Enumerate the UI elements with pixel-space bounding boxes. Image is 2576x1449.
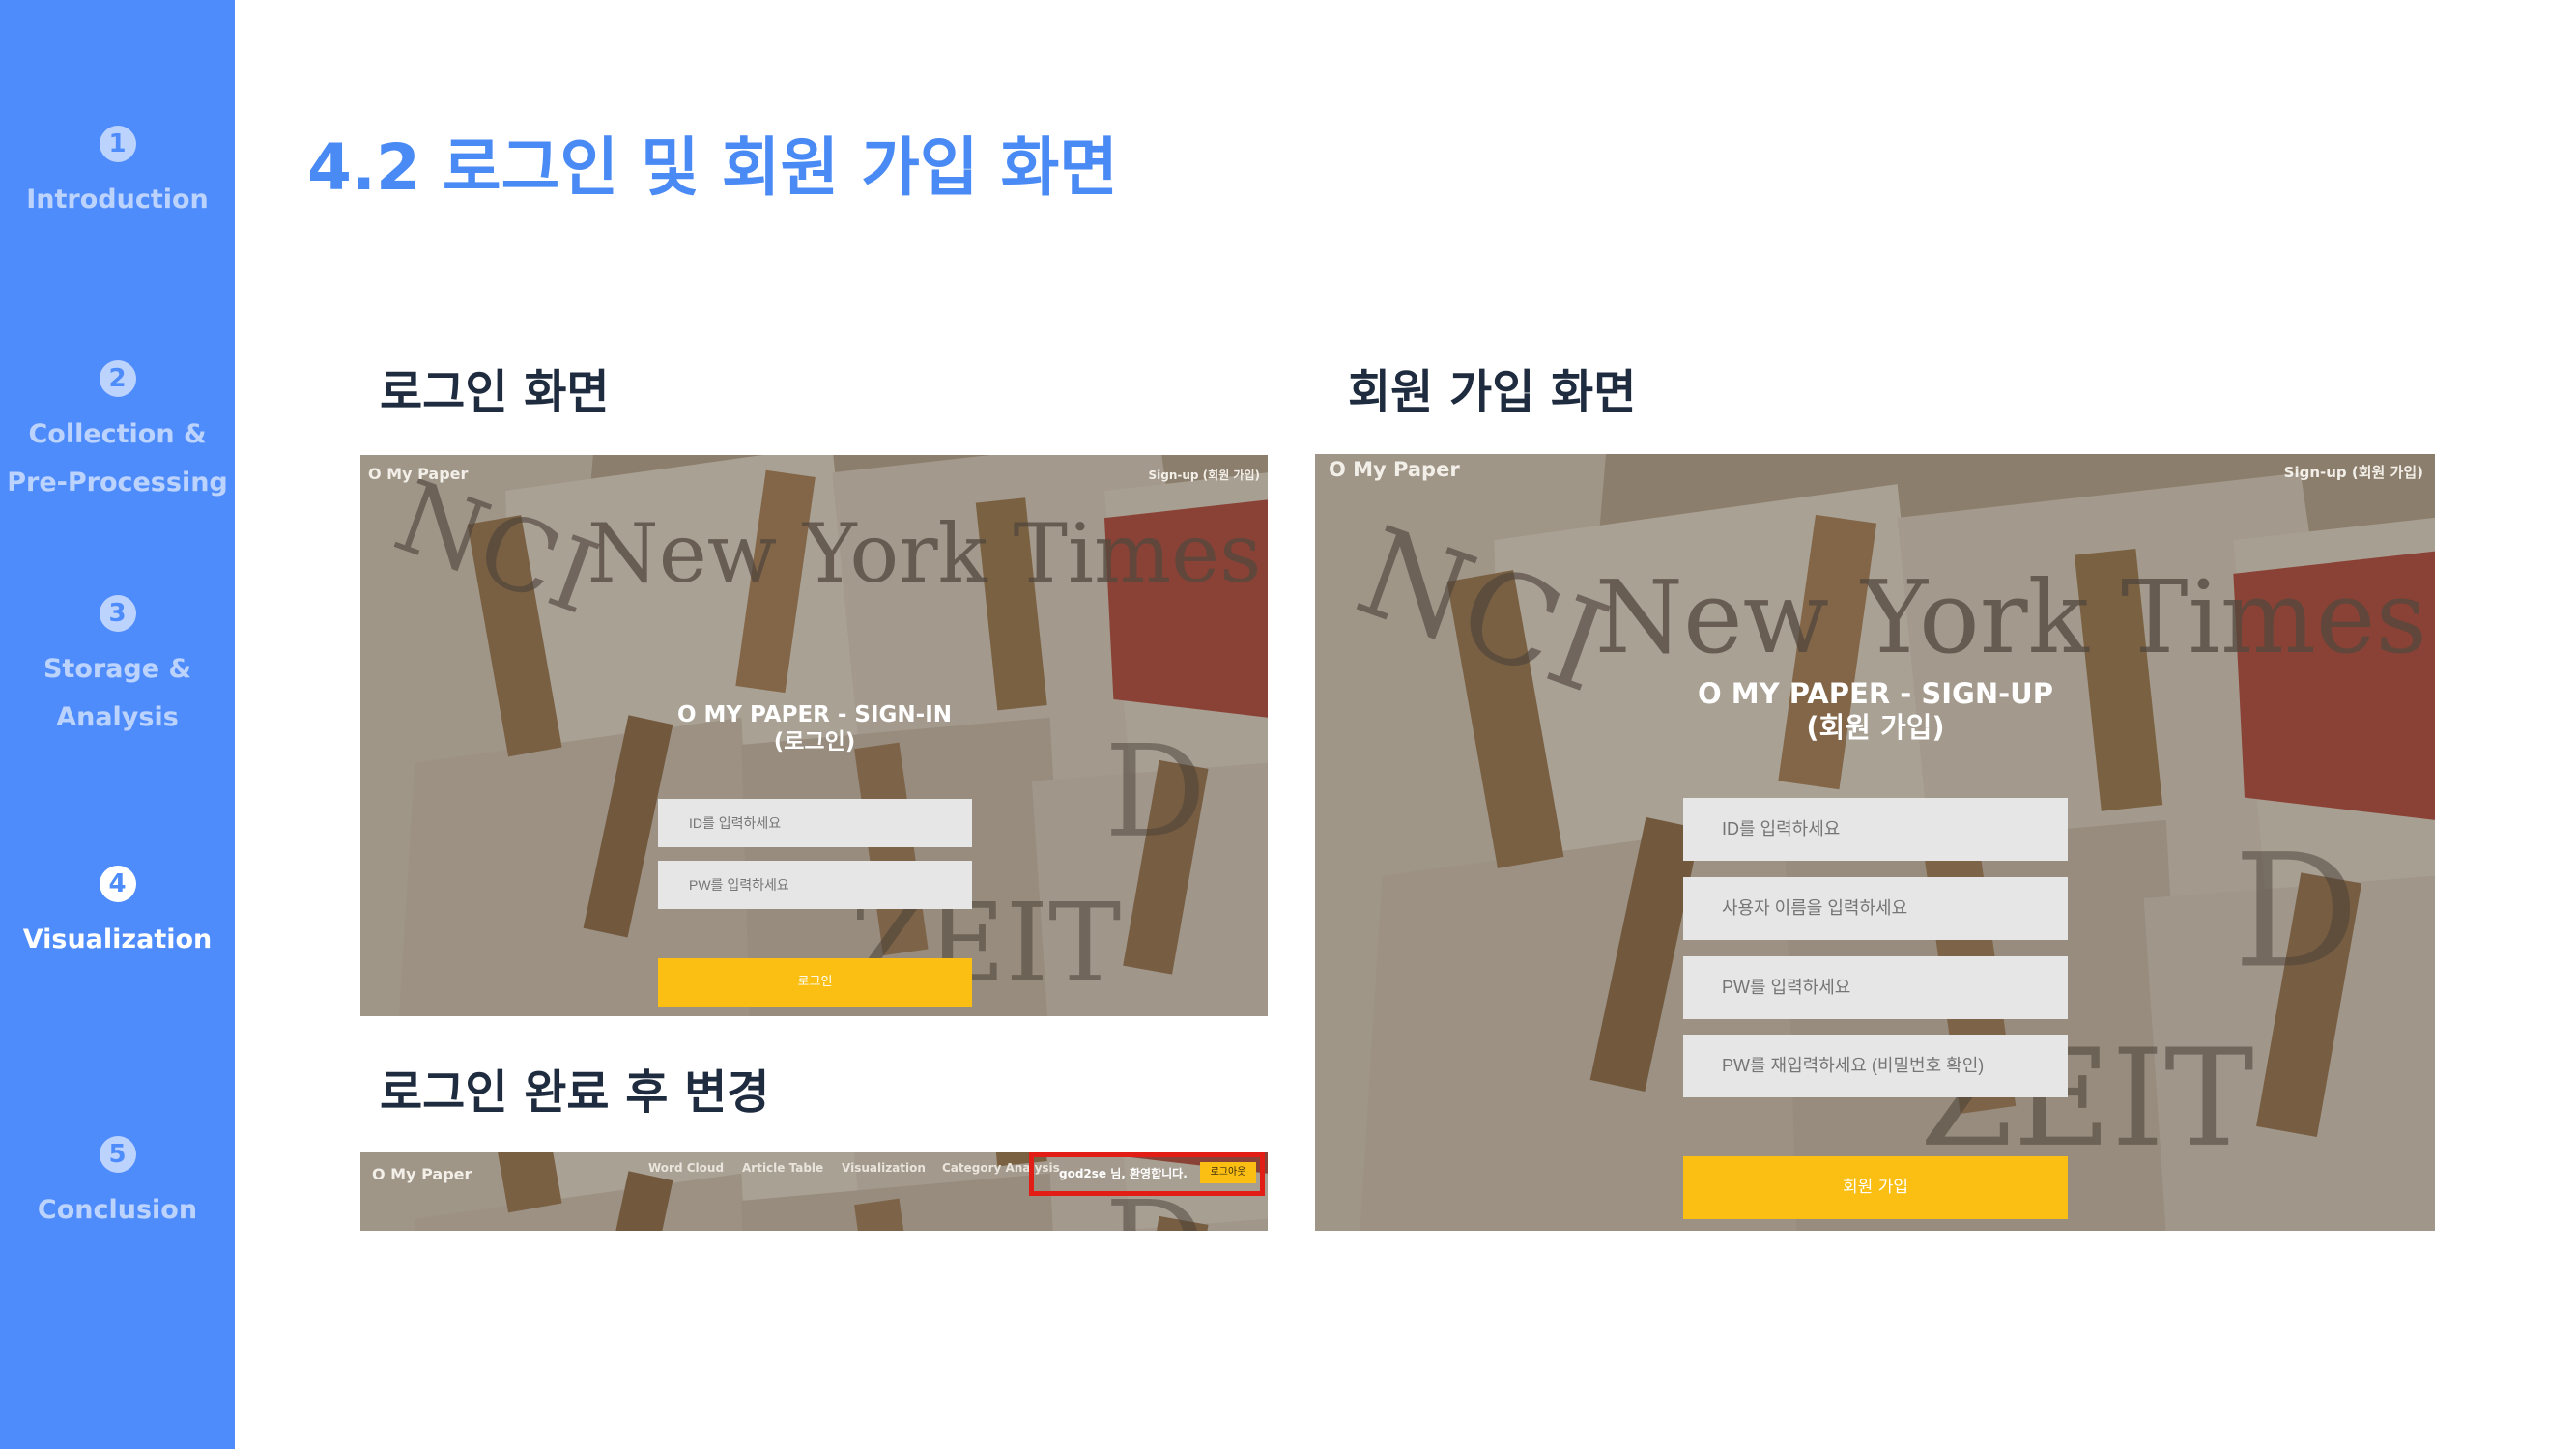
nav-item-label: Visualization [22,924,213,954]
nav-item-conclusion[interactable]: 5 Conclusion [0,1136,235,1235]
signin-form-title: O MY PAPER - SIGN-IN (로그인) [676,702,953,754]
signup-link[interactable]: Sign-up (회원 가입) [1149,467,1261,483]
after-login-screenshot: O My Paper Word Cloud Article Table Visu… [360,1152,1268,1231]
password-confirm-input[interactable] [1683,1035,2068,1097]
nav-link-article-table[interactable]: Article Table [742,1161,823,1175]
login-button[interactable]: 로그인 [658,958,972,1007]
nav-item-introduction[interactable]: 1 Introduction [0,126,235,224]
nav-item-storage-analysis[interactable]: 3 Storage & Analysis [0,595,235,742]
nav-item-collection-preprocessing[interactable]: 2 Collection & Pre-Processing [0,360,235,507]
welcome-message: god2se 님, 환영합니다. [1059,1167,1188,1180]
signup-link[interactable]: Sign-up (회원 가입) [2284,462,2423,482]
nav-item-visualization[interactable]: 4 Visualization [0,866,235,964]
signup-button[interactable]: 회원 가입 [1683,1156,2068,1219]
logout-button[interactable]: 로그아웃 [1200,1162,1256,1183]
login-screenshot: O My Paper Sign-up (회원 가입) O MY PAPER - … [360,455,1268,1016]
id-input[interactable] [658,799,972,847]
signup-screenshot: O My Paper Sign-up (회원 가입) O MY PAPER - … [1315,454,2435,1231]
number-5-icon: 5 [99,1136,136,1173]
brand-logo[interactable]: O My Paper [368,465,468,483]
username-input[interactable] [1683,877,2068,940]
nav-item-label: Collection & Pre-Processing [7,419,228,497]
password-input[interactable] [1683,956,2068,1019]
number-2-icon: 2 [99,360,136,397]
signup-form-title: O MY PAPER - SIGN-UP (회원 가입) [1698,677,2053,744]
nav-link-word-cloud[interactable]: Word Cloud [648,1161,724,1175]
nav-item-label: Introduction [26,185,209,214]
nav-item-label: Conclusion [37,1195,198,1225]
nav-link-visualization[interactable]: Visualization [842,1161,926,1175]
number-4-icon: 4 [99,866,136,902]
number-1-icon: 1 [99,126,136,162]
login-section-title: 로그인 화면 [380,365,610,419]
number-3-icon: 3 [99,595,136,632]
signup-section-title: 회원 가입 화면 [1348,365,1637,419]
slide-title: 4.2 로그인 및 회원 가입 화면 [307,130,1119,205]
brand-logo[interactable]: O My Paper [372,1165,472,1183]
after-login-section-title: 로그인 완료 후 변경 [380,1065,770,1120]
id-input[interactable] [1683,798,2068,861]
password-input[interactable] [658,861,972,909]
brand-logo[interactable]: O My Paper [1329,458,1460,481]
nav-item-label: Storage & Analysis [43,654,192,732]
sidebar: 1 Introduction 2 Collection & Pre-Proces… [0,0,235,1449]
